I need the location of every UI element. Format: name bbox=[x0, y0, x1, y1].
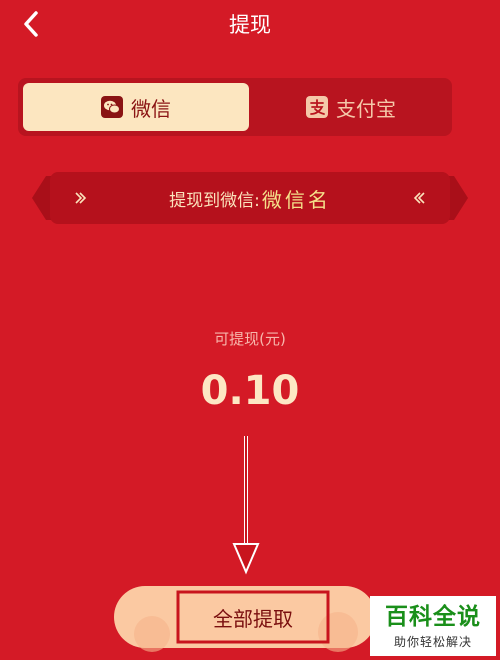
withdraw-all-button[interactable]: 全部提取 bbox=[178, 592, 328, 642]
watermark-subtitle: 助你轻松解决 bbox=[393, 635, 472, 649]
watermark-title: 百科全说 bbox=[385, 604, 481, 630]
withdrawable-amount: 0.10 bbox=[200, 368, 300, 414]
page-title: 提现 bbox=[229, 13, 271, 37]
wechat-icon bbox=[101, 96, 123, 118]
destination-banner: 提现到微信: 微信名 bbox=[32, 168, 468, 228]
tab-alipay-label: 支付宝 bbox=[336, 96, 396, 121]
alipay-icon bbox=[306, 96, 328, 118]
site-watermark: 百科全说 助你轻松解决 bbox=[370, 596, 496, 656]
banner-prefix: 提现到微信: bbox=[169, 190, 260, 211]
withdrawable-label: 可提现(元) bbox=[214, 330, 286, 348]
tab-wechat[interactable]: 微信 bbox=[23, 83, 249, 131]
header: 提现 bbox=[0, 0, 500, 46]
tab-alipay[interactable]: 支付宝 bbox=[255, 83, 447, 131]
withdraw-button-container: 全部提取 bbox=[112, 582, 378, 652]
payment-method-tabs: 微信 支付宝 bbox=[18, 78, 452, 136]
banner-text: 提现到微信: 微信名 bbox=[32, 168, 468, 228]
annotation-arrow bbox=[232, 436, 260, 575]
wechat-account-name: 微信名 bbox=[261, 187, 331, 212]
tab-wechat-label: 微信 bbox=[131, 96, 171, 121]
